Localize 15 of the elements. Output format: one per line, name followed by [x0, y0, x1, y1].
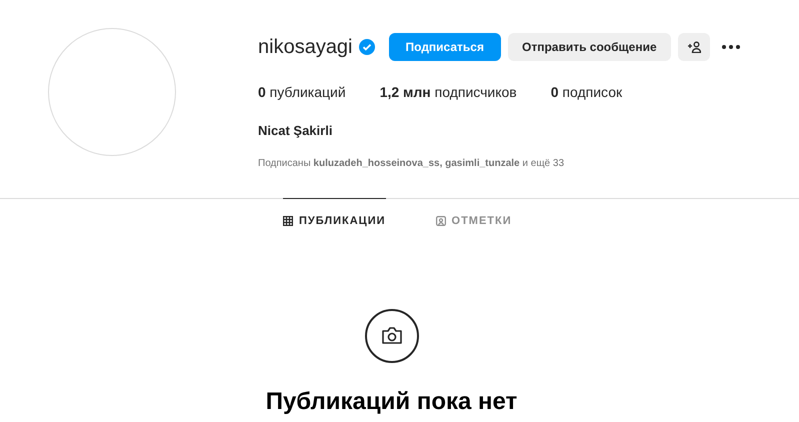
- message-button[interactable]: Отправить сообщение: [508, 33, 671, 61]
- profile-stat[interactable]: 0 публикаций: [258, 82, 346, 103]
- empty-state-title: Публикаций пока нет: [266, 386, 518, 416]
- profile-stat[interactable]: 0 подписок: [550, 82, 622, 103]
- followed-by-text[interactable]: Подписаны kuluzadeh_hosseinova_ss, gasimli_tunzale и ещё 33: [258, 156, 740, 170]
- full-name: Nicat Şakirli: [258, 122, 334, 140]
- profile-tab[interactable]: ПУБЛИКАЦИИ: [283, 198, 386, 244]
- more-options-icon[interactable]: [722, 45, 740, 49]
- add-person-icon: [686, 41, 701, 53]
- camera-icon: [364, 308, 420, 364]
- profile-stat[interactable]: 1,2 млн подписчиков: [380, 82, 517, 103]
- add-person-button[interactable]: [678, 33, 710, 61]
- username: nikosayagi: [258, 35, 353, 60]
- tagged-person-icon: [436, 216, 446, 226]
- grid-icon: [283, 216, 293, 226]
